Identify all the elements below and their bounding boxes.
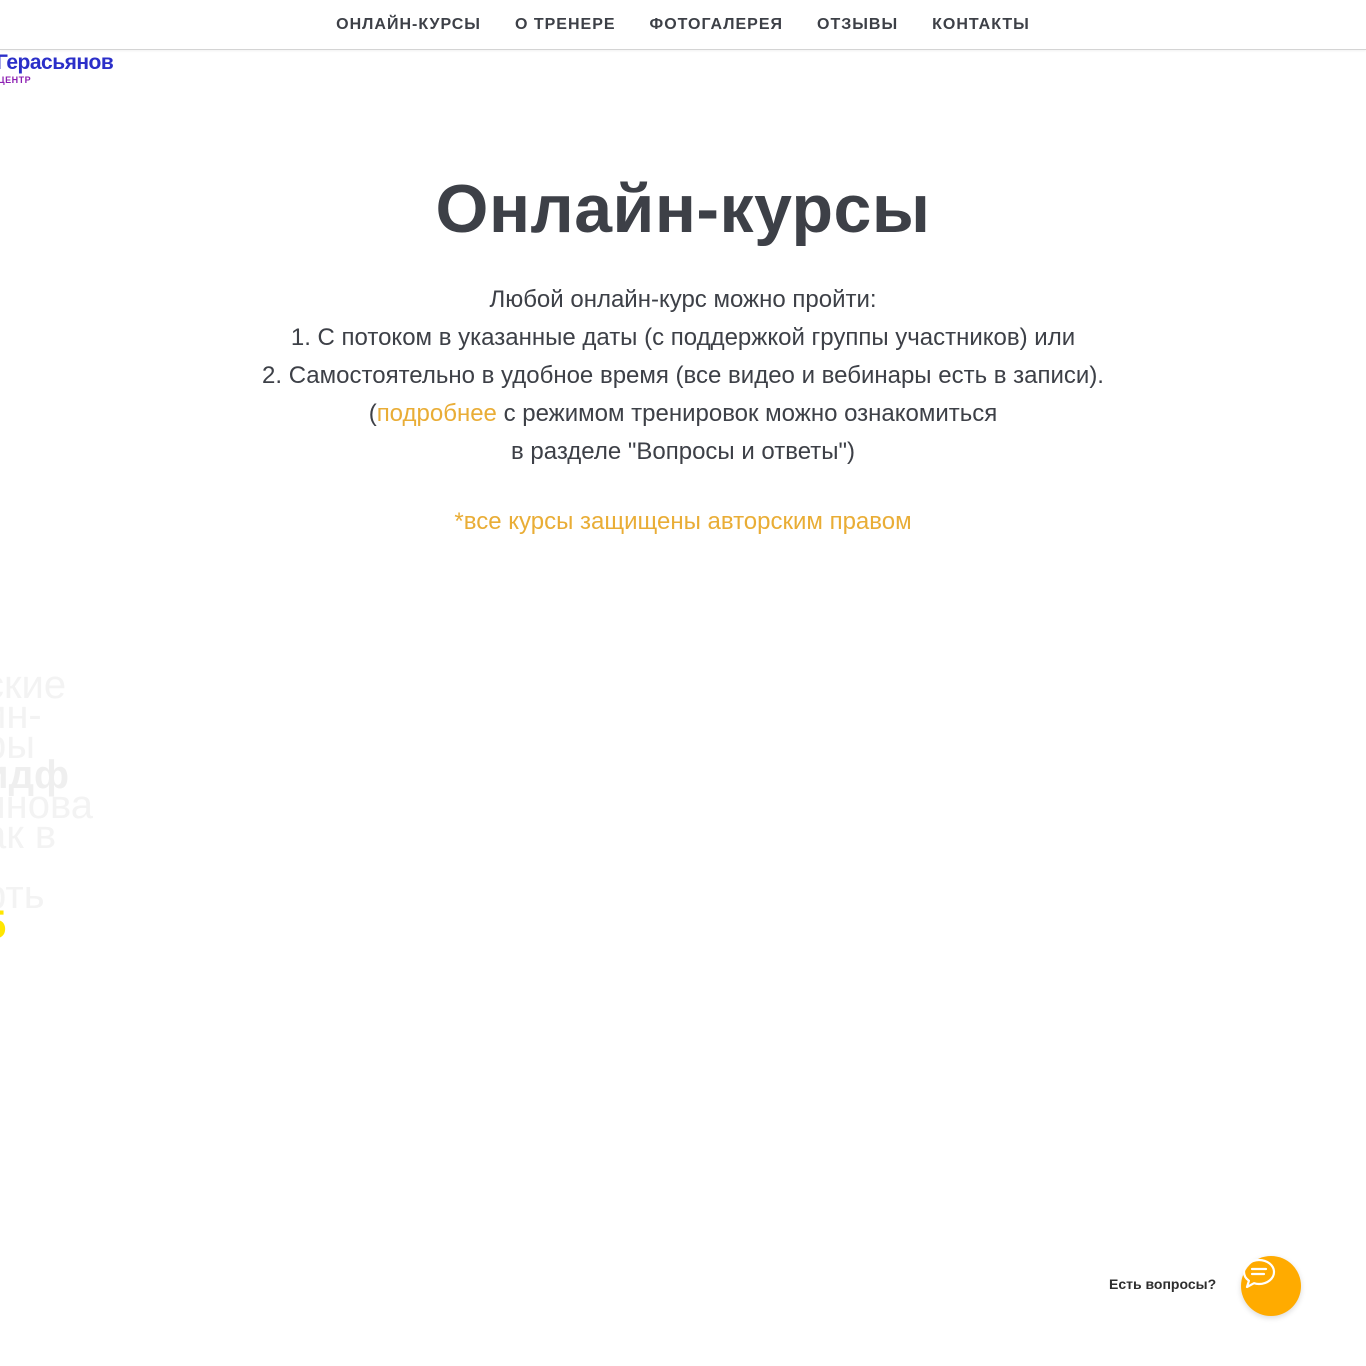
- nav-item-photo-gallery[interactable]: ФОТОГАЛЕРЕЯ: [650, 16, 783, 34]
- chat-bubble-icon: [1242, 1258, 1276, 1289]
- top-navigation: ОНЛАЙН-КУРСЫ О ТРЕНЕРЕ ФОТОГАЛЕРЕЯ ОТЗЫВ…: [0, 0, 1366, 50]
- intro-text: Любой онлайн-курс можно пройти: 1. С пот…: [0, 281, 1366, 471]
- logo-name: Герасьянов: [0, 51, 114, 74]
- intro-paren-open: (: [368, 400, 377, 427]
- page-title: Онлайн-курсы: [435, 171, 931, 247]
- intro-line-4-rest: с режимом тренировок можно ознакомиться: [496, 400, 998, 427]
- intro-line-1: Любой онлайн-курс можно пройти:: [489, 286, 877, 313]
- logo-subtitle: ЦЕНТР: [0, 75, 32, 85]
- intro-line-5: в разделе "Вопросы и ответы"): [510, 438, 856, 465]
- side-banner-line: рть: [0, 873, 45, 917]
- nav-item-about-trainer[interactable]: О ТРЕНЕРЕ: [515, 16, 616, 34]
- intro-line-3: 2. Самостоятельно в удобное время (все в…: [262, 362, 1104, 389]
- copyright-note: *все курсы защищены авторским правом: [454, 508, 912, 535]
- intro-line-4: (подробнее с режимом тренировок можно оз…: [0, 395, 1366, 433]
- chat-prompt-label[interactable]: Есть вопросы?: [1109, 1276, 1216, 1292]
- side-banner-text: ские ин- ры идф янова ак в рть 5: [0, 670, 124, 960]
- site-logo[interactable]: Герасьянов ЦЕНТР: [0, 51, 114, 85]
- more-details-link[interactable]: подробнее: [377, 400, 497, 427]
- nav-item-reviews[interactable]: ОТЗЫВЫ: [817, 16, 898, 34]
- intro-line-2: 1. С потоком в указанные даты (с поддерж…: [290, 324, 1076, 351]
- chat-button[interactable]: [1241, 1256, 1301, 1316]
- nav-item-contacts[interactable]: КОНТАКТЫ: [932, 16, 1030, 34]
- nav-item-online-courses[interactable]: ОНЛАЙН-КУРСЫ: [336, 16, 481, 34]
